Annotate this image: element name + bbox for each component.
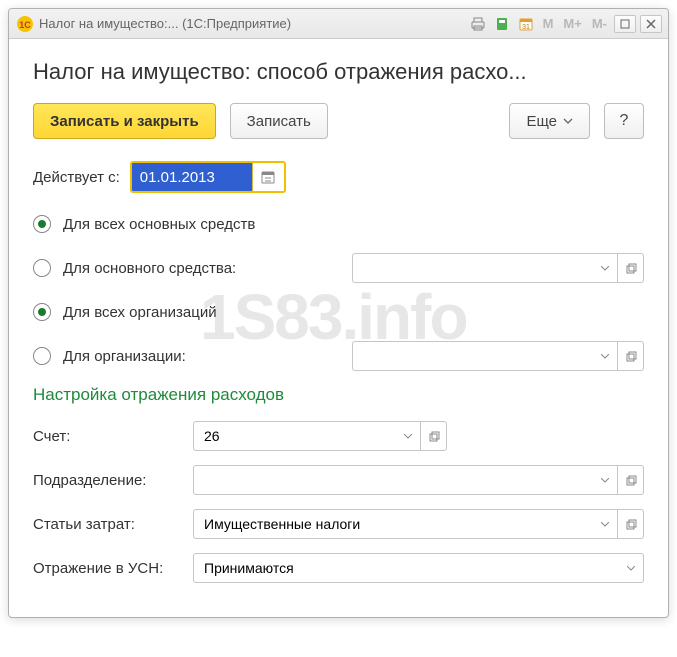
toolbar: Записать и закрыть Записать Еще ? bbox=[33, 103, 644, 139]
help-button[interactable]: ? bbox=[604, 103, 644, 139]
save-and-close-button[interactable]: Записать и закрыть bbox=[33, 103, 216, 139]
m-plus-button[interactable]: M+ bbox=[560, 16, 584, 31]
radio-all-orgs-label: Для всех организаций bbox=[63, 304, 217, 321]
radio-one-org-label: Для организации: bbox=[63, 348, 186, 365]
radio-all-orgs[interactable] bbox=[33, 303, 51, 321]
maximize-button[interactable] bbox=[614, 15, 636, 33]
cost-open-button[interactable] bbox=[618, 509, 644, 539]
cost-label: Статьи затрат: bbox=[33, 516, 183, 533]
org-open-button[interactable] bbox=[618, 341, 644, 371]
usn-field bbox=[193, 553, 644, 583]
account-row: Счет: bbox=[33, 421, 644, 451]
usn-row: Отражение в УСН: bbox=[33, 553, 644, 583]
window-title: Налог на имущество:... (1С:Предприятие) bbox=[39, 16, 291, 31]
m-minus-button[interactable]: M- bbox=[589, 16, 610, 31]
radio-one-asset[interactable] bbox=[33, 259, 51, 277]
cost-row: Статьи затрат: bbox=[33, 509, 644, 539]
radio-all-assets-label: Для всех основных средств bbox=[63, 216, 255, 233]
date-input[interactable] bbox=[132, 163, 252, 191]
asset-ref-field bbox=[352, 253, 644, 283]
m-button[interactable]: M bbox=[540, 16, 557, 31]
division-dropdown-button[interactable] bbox=[592, 465, 618, 495]
division-label: Подразделение: bbox=[33, 472, 183, 489]
asset-open-button[interactable] bbox=[618, 253, 644, 283]
asset-dropdown-button[interactable] bbox=[592, 253, 618, 283]
usn-label: Отражение в УСН: bbox=[33, 560, 183, 577]
radio-one-org-row[interactable]: Для организации: bbox=[33, 341, 644, 371]
titlebar: 1C Налог на имущество:... (1С:Предприяти… bbox=[9, 9, 668, 39]
date-label: Действует с: bbox=[33, 169, 120, 186]
svg-text:31: 31 bbox=[522, 24, 530, 31]
calendar-icon bbox=[260, 169, 276, 185]
app-window: 1C Налог на имущество:... (1С:Предприяти… bbox=[8, 8, 669, 618]
cost-field bbox=[193, 509, 644, 539]
date-field-wrap bbox=[130, 161, 286, 193]
radio-one-asset-label: Для основного средства: bbox=[63, 260, 236, 277]
memory-buttons: M M+ M- bbox=[540, 16, 610, 31]
asset-input[interactable] bbox=[352, 253, 592, 283]
date-picker-button[interactable] bbox=[252, 163, 284, 191]
division-open-button[interactable] bbox=[618, 465, 644, 495]
effective-date-row: Действует с: bbox=[33, 161, 644, 193]
more-label: Еще bbox=[526, 113, 557, 130]
print-icon[interactable] bbox=[468, 14, 488, 34]
section-title: Настройка отражения расходов bbox=[33, 385, 644, 405]
calculator-icon[interactable] bbox=[492, 14, 512, 34]
radio-all-assets[interactable] bbox=[33, 215, 51, 233]
account-dropdown-button[interactable] bbox=[395, 421, 421, 451]
account-label: Счет: bbox=[33, 428, 183, 445]
account-field bbox=[193, 421, 644, 451]
cost-dropdown-button[interactable] bbox=[592, 509, 618, 539]
chevron-down-icon bbox=[563, 118, 573, 124]
division-row: Подразделение: bbox=[33, 465, 644, 495]
radio-all-assets-row[interactable]: Для всех основных средств bbox=[33, 209, 644, 239]
org-dropdown-button[interactable] bbox=[592, 341, 618, 371]
calendar-icon[interactable]: 31 bbox=[516, 14, 536, 34]
radio-all-orgs-row[interactable]: Для всех организаций bbox=[33, 297, 644, 327]
close-button[interactable] bbox=[640, 15, 662, 33]
usn-input[interactable] bbox=[193, 553, 618, 583]
app-logo-icon: 1C bbox=[15, 14, 35, 34]
account-input[interactable] bbox=[193, 421, 395, 451]
cost-input[interactable] bbox=[193, 509, 592, 539]
save-button[interactable]: Записать bbox=[230, 103, 328, 139]
division-field bbox=[193, 465, 644, 495]
page-title: Налог на имущество: способ отражения рас… bbox=[33, 59, 644, 85]
account-open-button[interactable] bbox=[421, 421, 447, 451]
usn-dropdown-button[interactable] bbox=[618, 553, 644, 583]
division-input[interactable] bbox=[193, 465, 592, 495]
radio-one-asset-row[interactable]: Для основного средства: bbox=[33, 253, 644, 283]
more-button[interactable]: Еще bbox=[509, 103, 590, 139]
svg-text:1C: 1C bbox=[19, 20, 31, 30]
content-area: Налог на имущество: способ отражения рас… bbox=[9, 39, 668, 617]
radio-one-org[interactable] bbox=[33, 347, 51, 365]
org-ref-field bbox=[352, 341, 644, 371]
org-input[interactable] bbox=[352, 341, 592, 371]
